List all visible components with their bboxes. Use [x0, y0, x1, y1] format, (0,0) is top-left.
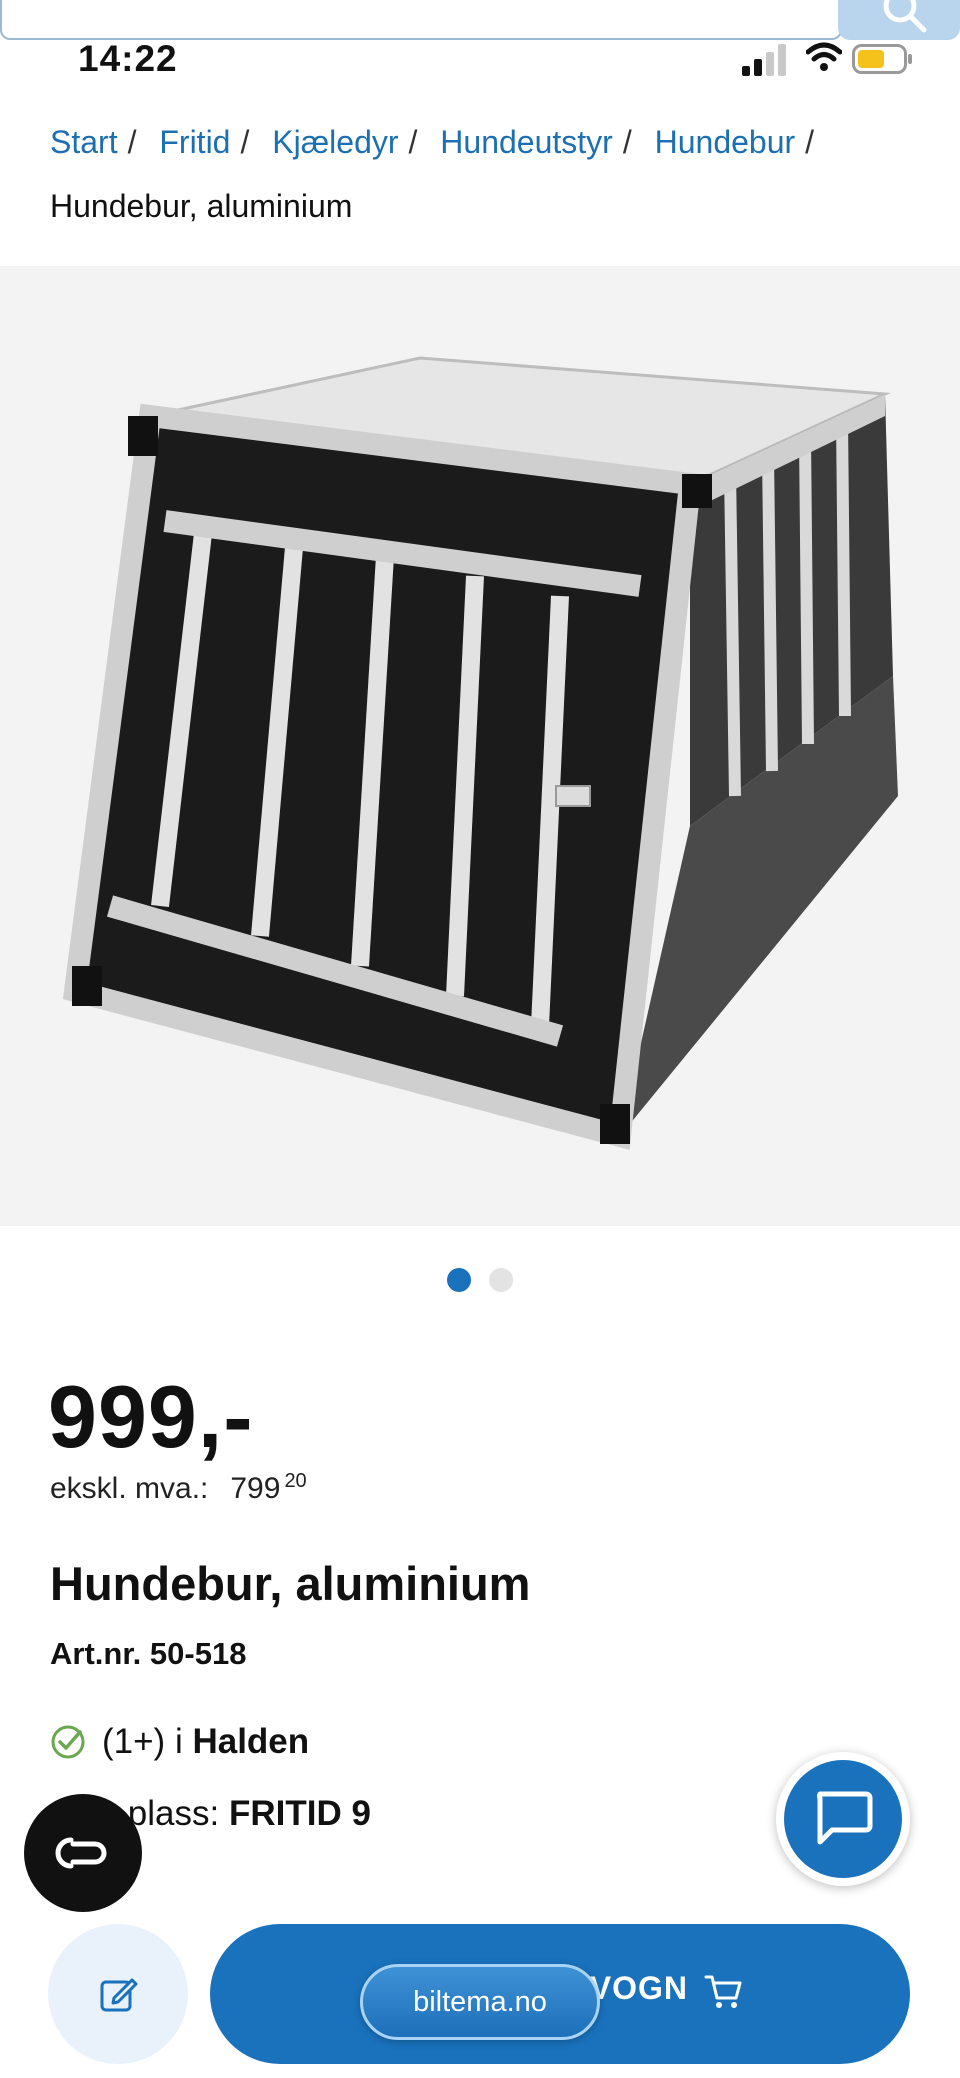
cart-button-label: VOGN: [589, 1970, 688, 2006]
breadcrumb-current: Hundebur, aluminium: [50, 188, 353, 224]
location-value: FRITID 9: [228, 1794, 371, 1833]
edit-icon: [100, 1978, 138, 2012]
wifi-icon: [806, 42, 842, 71]
product-title: Hundebur, aluminium: [50, 1557, 531, 1610]
breadcrumb-kjaeledyr[interactable]: Kjæledyr: [272, 124, 398, 160]
stock-store: Halden: [192, 1722, 310, 1761]
location-label: plass:: [127, 1794, 220, 1833]
chat-button-inner: [784, 1760, 902, 1878]
co-logo-icon: [55, 1837, 107, 1869]
status-time: 14:22: [78, 38, 178, 79]
browser-url-pill[interactable]: biltema.no: [360, 1964, 600, 2040]
dog-crate-illustration: [62, 356, 898, 1150]
product-image[interactable]: [0, 266, 960, 1226]
product-price: 999,-: [48, 1367, 254, 1466]
article-number: Art.nr. 50-518: [50, 1636, 247, 1671]
search-icon: [883, 0, 927, 33]
breadcrumb-separator: /: [408, 124, 418, 160]
battery-icon: [852, 44, 912, 74]
check-circle-icon: [51, 1725, 85, 1759]
stock-count: (1+) i: [102, 1722, 183, 1761]
co-button[interactable]: [24, 1794, 142, 1912]
search-input[interactable]: [0, 0, 842, 40]
breadcrumb-fritid[interactable]: Fritid: [159, 124, 230, 160]
breadcrumb-separator: /: [240, 124, 250, 160]
breadcrumb: Start / Fritid / Kjæledyr / Hundeutstyr / Hu…: [50, 110, 930, 238]
vat-price-int: 799: [230, 1472, 281, 1505]
edit-button[interactable]: [48, 1924, 188, 2064]
gallery-dot-active[interactable]: [447, 1268, 471, 1292]
search-button[interactable]: [838, 0, 960, 40]
breadcrumb-separator: /: [622, 124, 632, 160]
breadcrumb-separator: /: [805, 124, 815, 160]
chat-icon: [816, 1791, 873, 1845]
cart-icon: [704, 1975, 742, 2008]
breadcrumb-hundeutstyr[interactable]: Hundeutstyr: [440, 124, 613, 160]
breadcrumb-separator: /: [127, 124, 137, 160]
vat-price-dec: 20: [284, 1470, 307, 1492]
breadcrumb-start[interactable]: Start: [50, 124, 118, 160]
chat-button[interactable]: [776, 1752, 910, 1886]
vat-label: ekskl. mva.:: [50, 1472, 209, 1505]
stock-status[interactable]: (1+) i Halden: [50, 1722, 309, 1762]
breadcrumb-hundebur[interactable]: Hundebur: [655, 124, 796, 160]
signal-icon: [742, 44, 786, 76]
gallery-dot[interactable]: [489, 1268, 513, 1292]
gallery-indicator: [0, 1268, 960, 1294]
price-excl-vat: ekskl. mva.: 799 20: [50, 1470, 307, 1506]
